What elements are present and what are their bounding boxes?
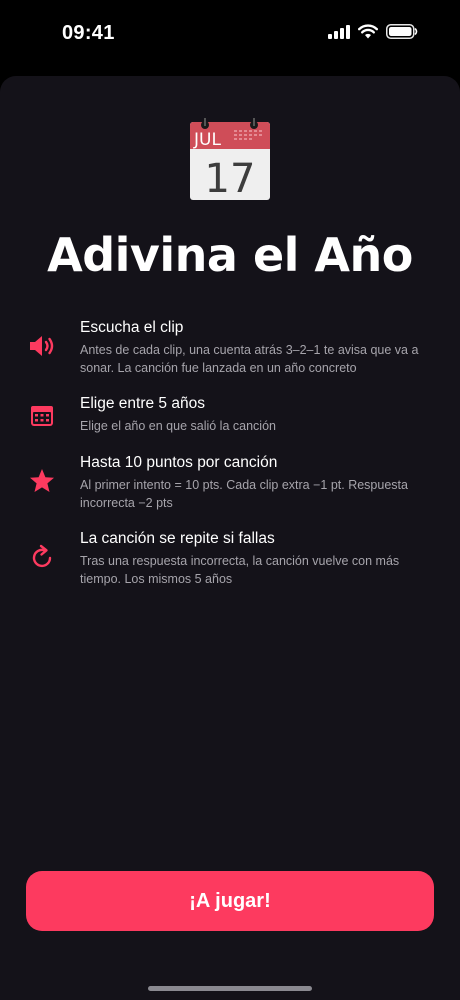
wifi-icon: [358, 24, 378, 39]
calendar-month: JUL: [193, 130, 221, 150]
rule-title: Elige entre 5 años: [80, 395, 205, 412]
cellular-signal-icon: [328, 24, 350, 39]
calendar-day: 17: [205, 156, 256, 202]
status-icons: [328, 24, 418, 39]
rule-title: Hasta 10 puntos por canción: [80, 454, 278, 471]
rule-text: Hasta 10 puntos por canción Al primer in…: [80, 453, 442, 512]
home-indicator: [148, 986, 312, 991]
rule-title: La canción se repite si fallas: [80, 530, 275, 547]
rule-text: Elige entre 5 años Elige el año en que s…: [80, 394, 442, 435]
rule-description: Tras una respuesta incorrecta, la canció…: [80, 554, 400, 586]
rule-text: Escucha el clip Antes de cada clip, una …: [80, 318, 442, 377]
speaker-icon: [30, 336, 54, 356]
rule-title: Escucha el clip: [80, 319, 184, 336]
star-icon: [30, 469, 54, 492]
play-button[interactable]: ¡A jugar!: [26, 871, 434, 931]
status-bar: 09:41: [0, 0, 460, 70]
rule-text: La canción se repite si fallas Tras una …: [80, 529, 442, 588]
status-time: 09:41: [62, 22, 115, 44]
page-title: Adivina el Año: [47, 228, 413, 282]
phone-screen: 09:41 JUL 17 Adivina el Año Escucha el c…: [0, 0, 460, 1000]
calendar-emoji-icon: JUL 17: [190, 118, 270, 202]
rule-description: Elige el año en que salió la canción: [80, 419, 276, 433]
rule-description: Al primer intento = 10 pts. Cada clip ex…: [80, 478, 408, 510]
calendar-icon: [31, 406, 53, 426]
rule-description: Antes de cada clip, una cuenta atrás 3–2…: [80, 343, 419, 375]
rules-sheet: JUL 17 Adivina el Año Escucha el clip An…: [0, 76, 460, 1000]
repeat-icon: [32, 544, 52, 568]
battery-icon: [386, 24, 418, 39]
